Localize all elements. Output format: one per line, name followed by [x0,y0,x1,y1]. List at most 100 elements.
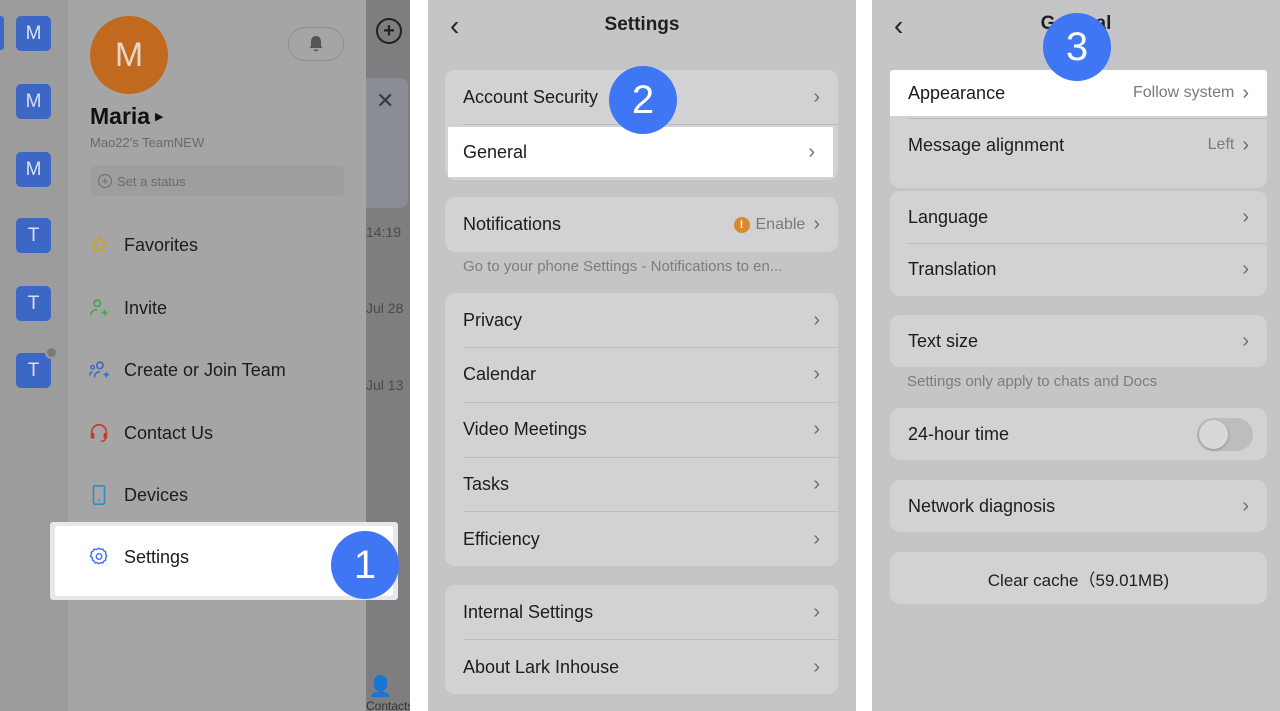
team-name: Mao22's TeamNEW [90,135,205,150]
settings-row-efficiency[interactable]: Efficiency › [445,512,838,566]
row-label: Appearance [908,82,1006,103]
settings-panel: ‹ Settings Account Security › General › 2 … [428,0,856,711]
settings-row-calendar[interactable]: Calendar › [445,347,838,401]
row-label: Internal Settings [463,601,594,622]
row-label: Video Meetings [463,418,587,439]
settings-group: Network diagnosis › [890,480,1267,532]
menu-label: Create or Join Team [124,359,286,380]
settings-row-24-hour-time: 24-hour time [890,408,1267,460]
headset-icon [90,423,108,442]
menu-item-devices[interactable]: Devices [88,484,188,506]
settings-group: Privacy › Calendar › Video Meetings › Tasks… [445,293,838,566]
step-badge: 3 [1043,13,1111,81]
row-label: Tasks [463,473,510,494]
chevron-right-icon: › [813,362,820,385]
invite-user-icon [89,299,108,316]
row-label: Account Security [463,86,599,107]
chevron-right-icon: › [813,417,820,440]
menu-item-favorites[interactable]: Favorites [88,234,198,256]
chevron-right-icon: › [1242,329,1249,352]
chevron-right-icon: › [813,655,820,678]
row-label: Notifications [463,214,562,234]
workspace-strip: M M M T T T [0,0,68,711]
warning-icon: ! [733,216,750,233]
row-value: Left [1207,136,1235,153]
row-label: 24-hour time [908,423,1010,444]
contacts-icon: 👤 [368,676,393,698]
row-label: Text size [908,330,979,351]
close-icon: ✕ [376,88,395,113]
add-circle-icon: + [98,174,112,188]
settings-row-message-alignment[interactable]: Message alignment Left › [890,118,1267,172]
settings-row-privacy[interactable]: Privacy › [445,293,838,347]
workspace-item[interactable]: M [16,16,51,51]
workspace-item[interactable]: T [16,353,51,388]
step-badge: 2 [609,66,677,134]
chat-time: Jul 13 [366,377,404,393]
row-label: About Lark Inhouse [463,656,620,677]
menu-label: Contact Us [124,422,214,443]
clear-cache-button[interactable]: Clear cache（59.01MB) [890,552,1267,604]
menu-label: Favorites [124,234,199,255]
row-label: Network diagnosis [908,495,1056,516]
page-title: Settings [604,14,680,35]
text-size-note: Settings only apply to chats and Docs [907,373,1158,390]
chevron-right-icon: › [813,308,820,331]
settings-row-text-size[interactable]: Text size › [890,315,1267,367]
workspace-item[interactable]: M [16,84,51,119]
settings-row-video-meetings[interactable]: Video Meetings › [445,402,838,456]
settings-group: Notifications ! Enable › [445,197,838,252]
status-placeholder: Set a status [117,173,186,189]
settings-row-about[interactable]: About Lark Inhouse › [445,640,838,694]
caret-right-icon: ▶ [155,111,164,123]
settings-row-internal-settings[interactable]: Internal Settings › [445,585,838,639]
row-label: Calendar [463,363,537,384]
background-chat-list: ✕ + 14:19 Jul 28 Jul 13 Contacts 👤 [366,0,410,711]
chevron-right-icon: › [813,85,820,108]
chevron-right-icon: › [813,527,820,550]
menu-item-invite[interactable]: Invite [88,297,167,319]
workspace-selected-indicator [0,16,4,50]
chat-time: Jul 28 [366,300,404,316]
chevron-right-icon: › [1242,81,1249,104]
workspace-item[interactable]: M [16,152,51,187]
workspace-item[interactable]: T [16,286,51,321]
step-badge: 1 [331,531,399,599]
chevron-right-icon: › [1242,258,1249,280]
star-icon [89,234,109,254]
menu-label: Invite [124,297,168,318]
general-panel: ‹ General AppearanceFollow system› Messa… [872,0,1280,711]
workspace-item[interactable]: T [16,218,51,253]
settings-row-tasks[interactable]: Tasks › [445,457,838,511]
row-value: Follow system [1132,84,1235,101]
24-hour-toggle[interactable] [1197,417,1253,451]
team-icon [89,361,110,378]
settings-row-notifications[interactable]: Notifications ! Enable › [445,197,838,252]
gear-icon [89,547,108,565]
phone-icon [92,485,106,505]
unread-dot [45,346,58,359]
user-name[interactable]: Maria [90,103,150,130]
settings-row-language[interactable]: Language › [890,191,1267,243]
chat-time: 14:19 [366,224,402,240]
settings-row-general[interactable]: General › [448,127,833,177]
sidebar-drawer-panel: M M M T T T ✕ + 14:19 Jul 28 Jul 13 Cont… [0,0,410,711]
chevron-right-icon: › [808,140,815,163]
settings-row-translation[interactable]: Translation › [890,243,1267,296]
bell-icon [309,36,323,51]
menu-label: Devices [124,484,189,505]
avatar[interactable]: M [90,16,168,94]
menu-item-create-join-team[interactable]: Create or Join Team [88,359,286,381]
chevron-right-icon: › [1242,205,1249,228]
settings-group: Text size › [890,315,1267,367]
menu-label: Settings [124,546,190,567]
set-status-button[interactable]: + Set a status [90,166,344,196]
row-label: Language [908,206,989,227]
settings-row-network-diagnosis[interactable]: Network diagnosis › [890,480,1267,532]
notifications-note: Go to your phone Settings - Notification… [463,258,783,275]
chevron-right-icon: › [813,600,820,623]
notification-bell-button[interactable] [288,27,344,61]
menu-item-contact-us[interactable]: Contact Us [88,422,213,444]
contacts-tab-label: Contacts [366,699,410,711]
menu-item-settings[interactable]: Settings [88,546,189,568]
